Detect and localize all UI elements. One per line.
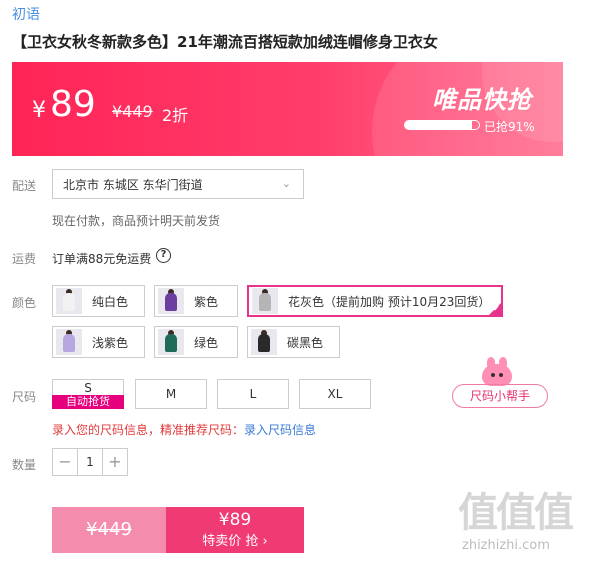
size-option-s[interactable]: S 自动抢货 [52,379,124,409]
sold-progress-bar [404,120,480,130]
currency-symbol: ¥ [32,98,46,123]
original-price: ¥449 [112,102,153,121]
chevron-down-icon: ⌄ [281,177,291,190]
size-label: 尺码 [12,390,37,404]
auto-grab-badge: 自动抢货 [52,395,124,409]
size-info-link[interactable]: 录入尺码信息 [244,423,316,437]
price-banner: ¥ 89 ¥449 2折 唯品快抢 已抢91% [12,62,563,156]
buy-button[interactable]: ¥449 ¥89 特卖价 抢 › [52,507,304,553]
color-option-light-purple[interactable]: 浅紫色 [52,326,145,358]
watermark: 值值值 zhizhizhi.com [458,480,606,553]
shipping-address-value: 北京市 东城区 东华门街道 [63,178,203,192]
discount-label: 2折 [162,106,189,125]
color-option-green[interactable]: 绿色 [154,326,238,358]
freight-text: 订单满88元免运费 [52,252,152,266]
swatch-thumbnail [56,288,82,314]
buy-action-label: 特卖价 抢 › [202,534,268,549]
quantity-minus-button[interactable]: − [53,449,77,475]
color-option-label: 纯白色 [92,294,129,309]
color-option-label: 浅紫色 [92,335,129,350]
freight-label: 运费 [12,252,37,266]
shipping-address-select[interactable]: 北京市 东城区 东华门街道 ⌄ [52,169,304,199]
size-helper-button[interactable]: 尺码小帮手 [452,384,548,408]
flash-sale-title: 唯品快抢 [432,86,532,114]
color-option-white[interactable]: 纯白色 [52,285,145,317]
shipping-note: 现在付款，商品预计明天前发货 [52,214,221,228]
quantity-input[interactable]: 1 [77,449,103,475]
swatch-thumbnail [158,288,184,314]
sold-progress-fill [405,121,473,129]
color-option-label: 绿色 [194,335,219,350]
quantity-label: 数量 [12,458,37,472]
mascot-icon [482,357,512,386]
color-label: 颜色 [12,296,37,310]
product-title: 【卫衣女秋冬新款多色】21年潮流百搭短款加绒连帽修身卫衣女 [12,33,438,51]
sale-price: 89 [50,84,96,125]
size-option-label: S [84,381,92,395]
watermark-url: zhizhizhi.com [462,538,550,553]
size-info-prompt: 录入您的尺码信息，精准推荐尺码：录入尺码信息 [52,421,316,438]
size-option-l[interactable]: L [217,379,289,409]
size-option-xl[interactable]: XL [299,379,371,409]
sold-percent-text: 已抢91% [484,120,535,134]
color-option-heather-gray[interactable]: 花灰色（提前加购 预计10月23回货） ✔ [247,285,503,317]
color-option-label: 紫色 [194,294,219,309]
size-info-text: 录入您的尺码信息，精准推荐尺码： [52,423,245,437]
color-option-carbon-black[interactable]: 碳黑色 [247,326,340,358]
swatch-thumbnail [56,329,82,355]
size-option-m[interactable]: M [135,379,207,409]
selected-check-icon: ✔ [488,302,502,316]
brand-name[interactable]: 初语 [12,4,40,24]
buy-sale-area[interactable]: ¥89 特卖价 抢 › [166,507,304,553]
swatch-thumbnail [158,329,184,355]
color-option-label: 花灰色（提前加购 预计10月23回货） [288,294,491,309]
shipping-label: 配送 [12,179,37,193]
swatch-thumbnail [251,329,277,355]
buy-original-price: ¥449 [52,507,166,553]
quantity-plus-button[interactable]: + [103,449,127,475]
watermark-logo: 值值值 [458,490,574,536]
help-icon[interactable]: ? [156,248,171,263]
color-option-label: 碳黑色 [287,335,324,350]
swatch-thumbnail [252,288,278,314]
quantity-stepper: − 1 + [52,448,128,476]
color-option-purple[interactable]: 紫色 [154,285,238,317]
buy-sale-price: ¥89 [218,510,252,530]
